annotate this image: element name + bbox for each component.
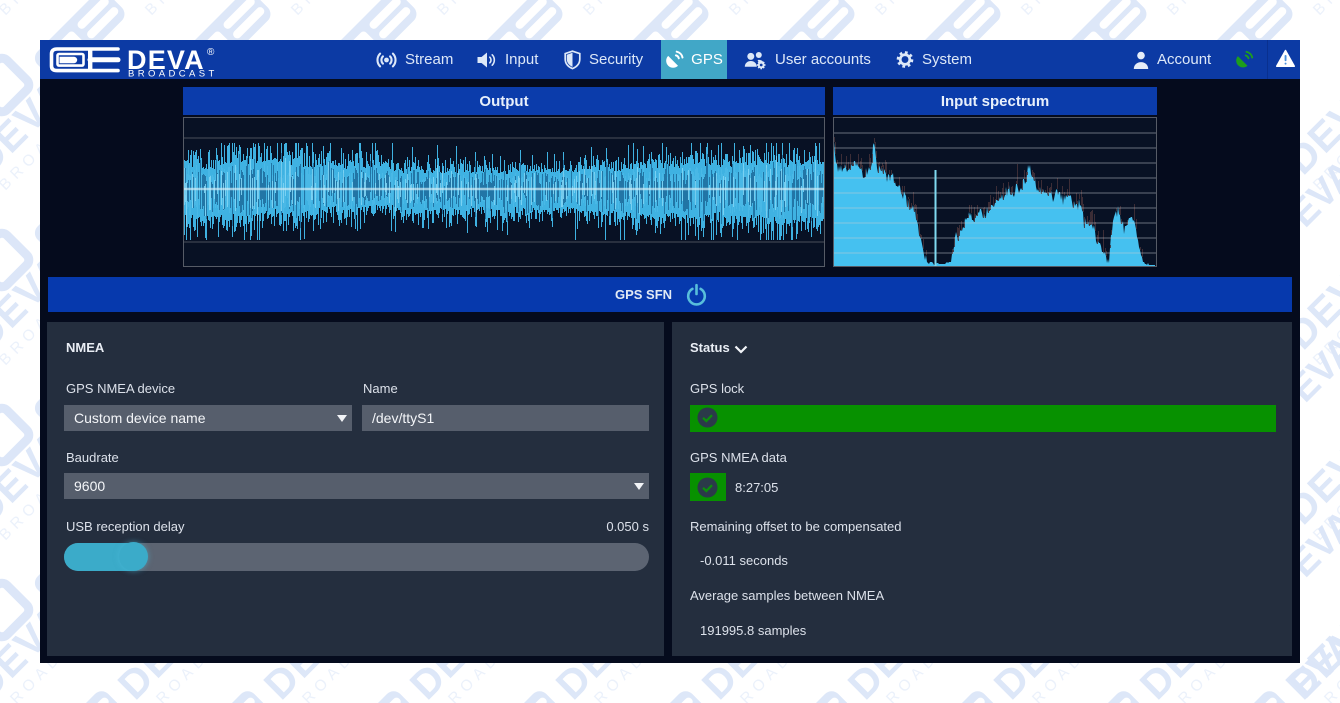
svg-text:BROADCAST: BROADCAST xyxy=(128,69,218,79)
svg-text:®: ® xyxy=(207,47,215,58)
